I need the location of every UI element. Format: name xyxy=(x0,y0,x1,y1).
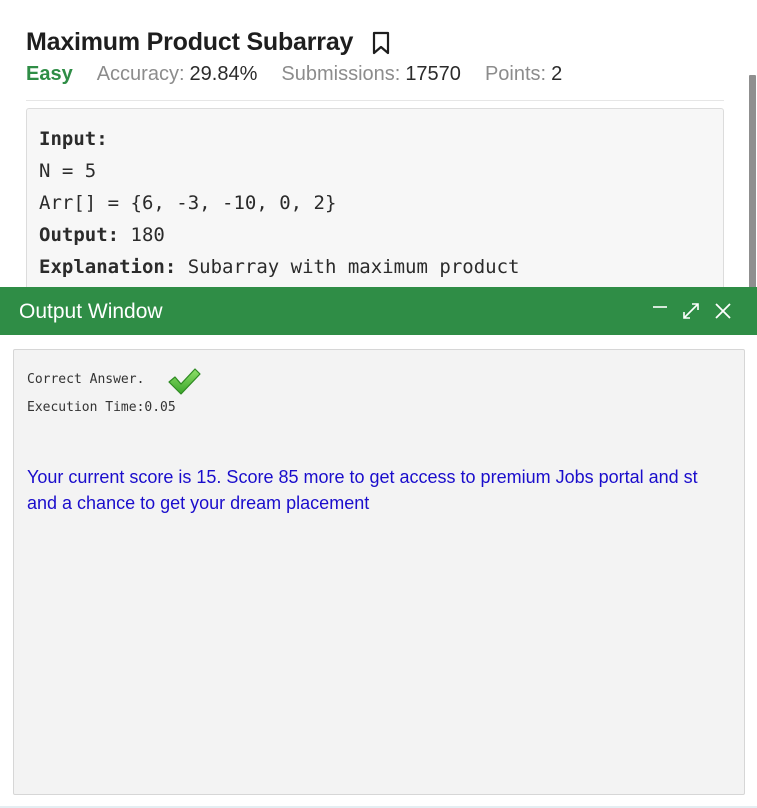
output-window: Output Window Correct Answer. Execution … xyxy=(0,287,757,808)
scrollbar-thumb[interactable] xyxy=(749,75,756,300)
bookmark-icon[interactable] xyxy=(371,31,391,55)
input-label: Input: xyxy=(39,128,108,150)
problem-title: Maximum Product Subarray xyxy=(26,28,354,56)
example-box: Input: N = 5 Arr[] = {6, -3, -10, 0, 2} … xyxy=(26,108,724,310)
expand-icon[interactable] xyxy=(679,299,703,323)
output-window-title: Output Window xyxy=(19,300,163,323)
score-line-2: and a chance to get your dream placement xyxy=(27,493,370,513)
accuracy-value: 29.84% xyxy=(189,63,258,85)
explanation-value: Subarray with maximum product xyxy=(176,256,520,278)
explanation-label: Explanation: xyxy=(39,256,177,278)
close-icon[interactable] xyxy=(711,299,735,323)
divider xyxy=(26,100,724,101)
submissions-label: Submissions: xyxy=(281,63,401,85)
input-arr: Arr[] = {6, -3, -10, 0, 2} xyxy=(39,192,337,214)
minimize-icon[interactable] xyxy=(648,299,672,323)
execution-time: Execution Time:0.05 xyxy=(27,400,176,415)
output-body: Correct Answer. Execution Time:0.05 Your… xyxy=(13,349,745,795)
accuracy-label: Accuracy: xyxy=(96,63,185,85)
checkmark-icon xyxy=(168,368,201,395)
score-message: Your current score is 15. Score 85 more … xyxy=(27,464,747,516)
title-row: Maximum Product Subarray xyxy=(26,28,391,57)
difficulty-badge: Easy xyxy=(26,63,73,85)
problem-meta: Easy Accuracy: 29.84% Submissions: 17570… xyxy=(26,63,562,86)
example-code: Input: N = 5 Arr[] = {6, -3, -10, 0, 2} … xyxy=(39,123,519,283)
output-label: Output: xyxy=(39,224,120,246)
output-value: 180 xyxy=(119,224,165,246)
submissions-value: 17570 xyxy=(405,63,461,85)
points-label: Points: xyxy=(484,63,547,85)
output-window-header: Output Window xyxy=(0,287,757,335)
points-value: 2 xyxy=(551,63,563,85)
input-n: N = 5 xyxy=(39,160,97,182)
result-text: Correct Answer. xyxy=(27,372,145,387)
problem-panel: Maximum Product Subarray Easy Accuracy: … xyxy=(0,0,757,310)
score-line-1: Your current score is 15. Score 85 more … xyxy=(27,467,698,487)
